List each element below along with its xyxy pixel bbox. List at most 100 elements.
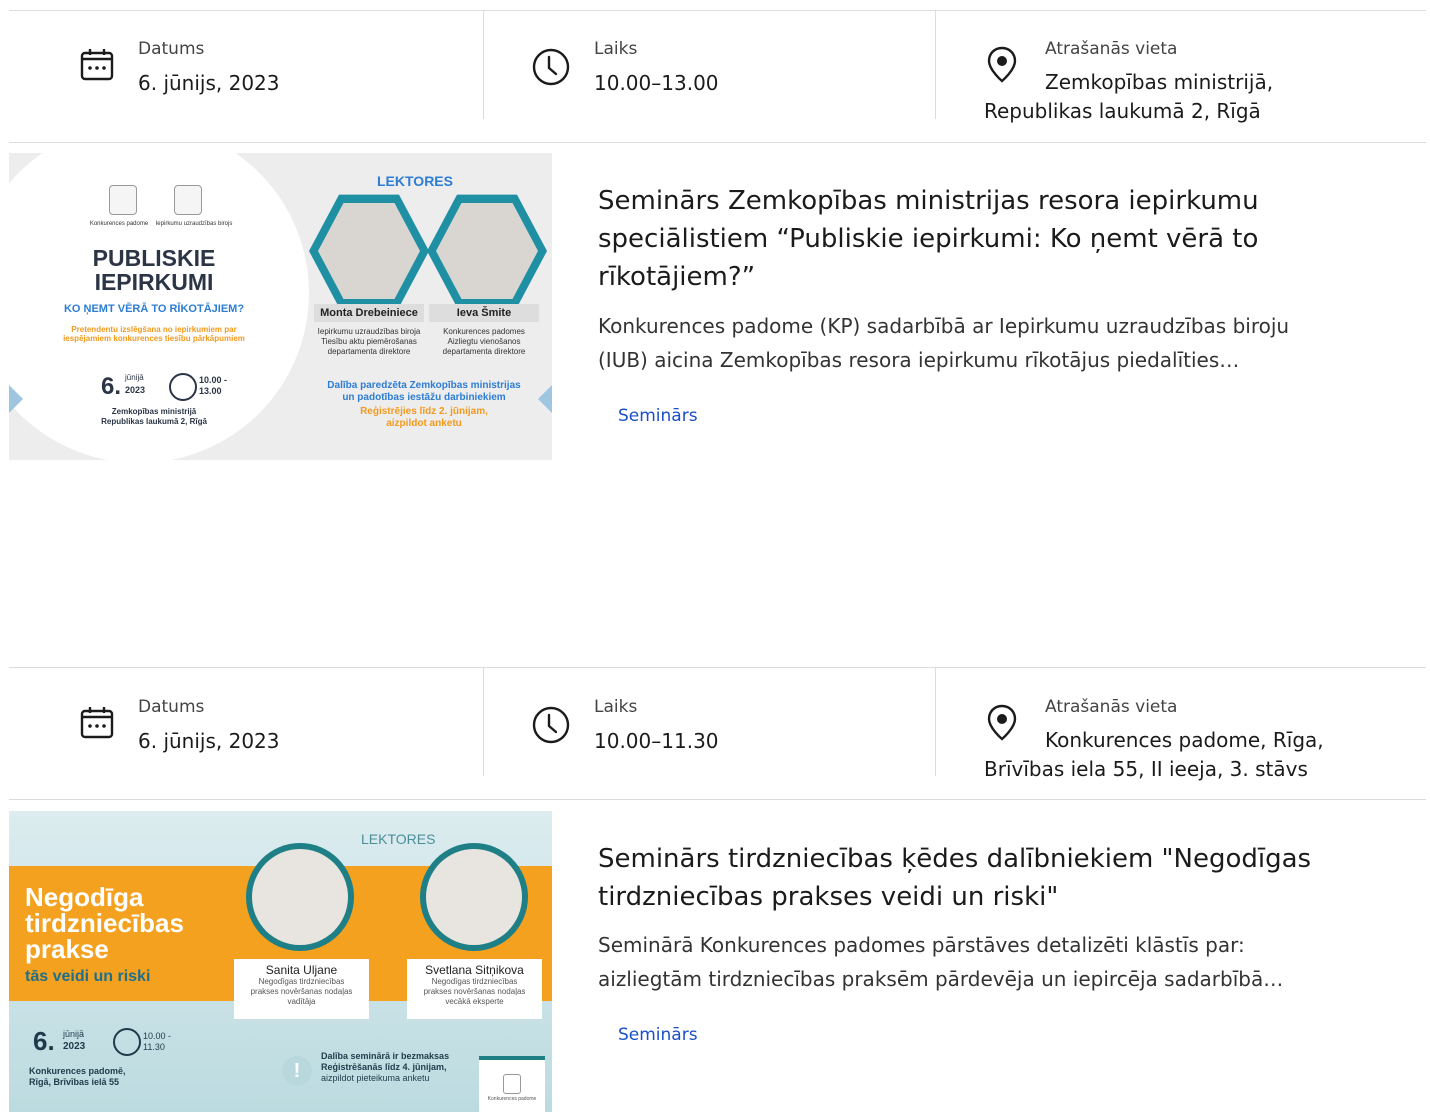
poster-cta: Reģistrējies līdz 2. jūnijam, bbox=[360, 406, 488, 417]
poster-place: Konkurences padomē, bbox=[29, 1066, 126, 1076]
lecturer-role: Negodīgas tirdzniecības bbox=[431, 977, 518, 986]
clock-icon bbox=[113, 1028, 141, 1056]
date-label: Datums bbox=[138, 39, 205, 59]
poster-cta: Dalība seminārā ir bezmaksas bbox=[321, 1051, 450, 1061]
category-tag-link[interactable]: Seminārs bbox=[618, 406, 698, 426]
lecturer-photo bbox=[427, 191, 547, 311]
lecturer-role: vecākā eksperte bbox=[445, 997, 504, 1006]
poster-day: 6. bbox=[33, 1026, 55, 1056]
poster-org: Iepirkumu uzraudzības birojs bbox=[155, 221, 233, 227]
poster-subheading: tās veidi un riski bbox=[25, 968, 151, 985]
time-value: 10.00–11.30 bbox=[594, 729, 719, 753]
description-line: Seminārā Konkurences padomes pārstāves d… bbox=[598, 933, 1245, 957]
poster-place: Rīgā, Brīvības ielā 55 bbox=[29, 1077, 120, 1087]
event-description: Seminārā Konkurences padomes pārstāves d… bbox=[598, 928, 1368, 996]
poster-day: 6. bbox=[101, 373, 122, 400]
poster-year: 2023 bbox=[63, 1041, 86, 1052]
poster-month: jūnijā bbox=[125, 373, 144, 382]
lecturer-name: Monta Drebeiniece bbox=[314, 304, 424, 322]
time-label: Laiks bbox=[594, 39, 638, 59]
date-label: Datums bbox=[138, 697, 205, 717]
location-label: Atrašanās vieta bbox=[1045, 39, 1178, 59]
poster-heading: Negodīga bbox=[25, 882, 144, 912]
lecturer-name: Svetlana Sitņikova bbox=[425, 963, 524, 977]
poster-place: Zemkopības ministrijā bbox=[111, 407, 197, 416]
poster-heading: IEPIRKUMI bbox=[94, 269, 214, 295]
event-image[interactable]: Konkurences padome Iepirkumu uzraudzības… bbox=[9, 153, 552, 460]
divider bbox=[9, 667, 1426, 668]
lecturer-card: Sanita Uljane Negodīgas tirdzniecības pr… bbox=[234, 959, 369, 1019]
poster-heading: PUBLISKIE bbox=[92, 245, 216, 271]
location-line: Konkurences padome, Rīga, bbox=[1045, 728, 1324, 752]
chevron-right-icon bbox=[9, 385, 23, 413]
lecturer-role: departamenta direktore bbox=[442, 347, 526, 356]
description-line: aizliegtām tirdzniecības praksēm pārdevē… bbox=[598, 967, 1284, 991]
poster-time: 10.00 - bbox=[199, 375, 228, 385]
clock-icon bbox=[532, 48, 570, 86]
poster-place: Republikas laukumā 2, Rīgā bbox=[101, 417, 207, 426]
lecturer-role: Negodīgas tirdzniecības bbox=[258, 977, 345, 986]
divider bbox=[483, 10, 484, 119]
title-line: rīkotājiem?” bbox=[598, 262, 756, 292]
poster-cta: Reģistrēšanās līdz 4. jūnijam, bbox=[321, 1062, 447, 1072]
poster-month: jūnijā bbox=[63, 1029, 85, 1039]
lecturer-photo bbox=[420, 843, 528, 951]
lecturer-role: Tiesību aktu piemērošanas bbox=[321, 337, 417, 346]
description-line: (IUB) aicina Zemkopības resora iepirkumu… bbox=[598, 348, 1240, 372]
title-line: speciālistiem “Publiskie iepirkumi: Ko ņ… bbox=[598, 224, 1259, 254]
poster-time: 11.30 bbox=[143, 1042, 165, 1052]
lecturer-role: prakses novēršanas nodaļas bbox=[250, 987, 353, 996]
divider bbox=[935, 10, 936, 119]
poster-note: Pretendentu izslēgšana no iepirkumiem pa… bbox=[71, 325, 237, 334]
location-line: Republikas laukumā 2, Rīgā bbox=[984, 99, 1261, 123]
poster-note: iespējamiem konkurences tiesību pārkāpum… bbox=[63, 334, 245, 343]
poster-cta: aizpildot anketu bbox=[386, 418, 462, 429]
title-line: Seminārs tirdzniecības ķēdes dalībniekie… bbox=[598, 844, 1312, 874]
location-line: Zemkopības ministrijā, bbox=[1045, 70, 1274, 94]
event-image[interactable]: LEKTORES Negodīga tirdzniecības prakse t… bbox=[9, 811, 552, 1112]
lecturer-photo bbox=[246, 843, 354, 951]
poster-time: 10.00 - bbox=[143, 1031, 172, 1041]
poster-heading: prakse bbox=[25, 934, 109, 964]
event-description: Konkurences padome (KP) sadarbībā ar Iep… bbox=[598, 309, 1368, 377]
divider bbox=[9, 10, 1426, 11]
lecturer-card: Svetlana Sitņikova Negodīgas tirdzniecīb… bbox=[407, 959, 542, 1019]
event-title[interactable]: Seminārs Zemkopības ministrijas resora i… bbox=[598, 182, 1358, 296]
category-tag-link[interactable]: Seminārs bbox=[618, 1025, 698, 1045]
location-label: Atrašanās vieta bbox=[1045, 697, 1178, 717]
poster-org: Konkurences padome bbox=[487, 1096, 537, 1102]
calendar-icon bbox=[80, 49, 114, 81]
poster-year: 2023 bbox=[125, 385, 146, 395]
calendar-icon bbox=[80, 707, 114, 739]
divider bbox=[9, 799, 1426, 800]
divider bbox=[935, 667, 936, 776]
description-line: Konkurences padome (KP) sadarbībā ar Iep… bbox=[598, 314, 1290, 338]
date-value: 6. jūnijs, 2023 bbox=[138, 729, 280, 753]
lecturer-role: vadītāja bbox=[287, 997, 316, 1006]
location-line: Brīvības iela 55, II ieeja, 3. stāvs bbox=[984, 757, 1308, 781]
coat-of-arms-icon bbox=[503, 1074, 521, 1094]
info-icon: ! bbox=[282, 1056, 312, 1086]
lecturer-role: Aizliegtu vienošanos bbox=[447, 337, 521, 346]
coat-of-arms-icon bbox=[109, 185, 137, 215]
lecturer-role: Iepirkumu uzraudzības biroja bbox=[317, 327, 421, 336]
coat-of-arms-icon bbox=[174, 185, 202, 215]
lecturer-role: prakses novēršanas nodaļas bbox=[423, 987, 526, 996]
poster-org: Konkurences padome bbox=[89, 221, 149, 227]
poster-cta: un padotības iestāžu darbiniekiem bbox=[342, 392, 506, 403]
poster-heading: tirdzniecības bbox=[25, 908, 184, 938]
location-value: Konkurences padome, Rīga, Brīvības iela … bbox=[984, 726, 1404, 784]
chevron-left-icon bbox=[538, 385, 552, 413]
date-value: 6. jūnijs, 2023 bbox=[138, 71, 280, 95]
poster-lecturers-label: LEKTORES bbox=[361, 831, 436, 847]
lecturer-name: Ieva Šmite bbox=[429, 304, 539, 322]
lecturer-role: departamenta direktore bbox=[327, 347, 411, 356]
divider bbox=[9, 142, 1426, 143]
poster-lecturers-label: LEKTORES bbox=[377, 173, 453, 189]
event-title[interactable]: Seminārs tirdzniecības ķēdes dalībniekie… bbox=[598, 840, 1358, 916]
poster-cta: aizpildot pieteikuma anketu bbox=[321, 1073, 430, 1083]
clock-icon bbox=[169, 373, 197, 401]
poster-time: 13.00 bbox=[199, 386, 222, 396]
time-value: 10.00–13.00 bbox=[594, 71, 719, 95]
time-label: Laiks bbox=[594, 697, 638, 717]
